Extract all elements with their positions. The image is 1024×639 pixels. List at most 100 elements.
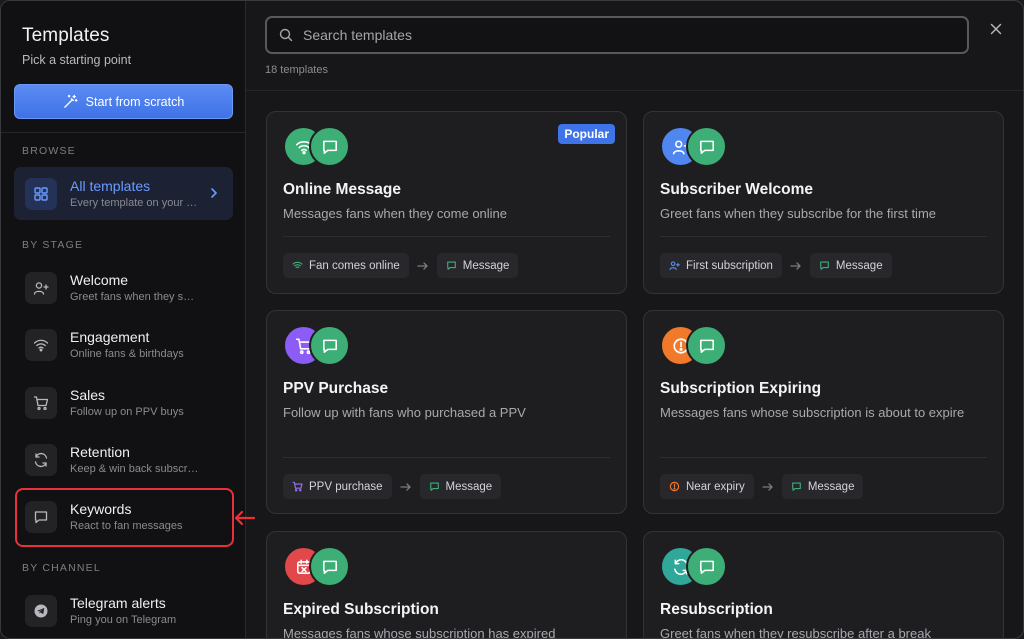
trigger-chip: Near expiry (660, 474, 754, 499)
cart-icon (25, 387, 57, 419)
card-flow: Fan comes online Message (283, 253, 519, 278)
channel-section-label: BY CHANNEL (22, 562, 101, 574)
action-chip: Message (781, 474, 864, 499)
sidebar-item-label: Retention (70, 444, 130, 460)
template-card-resubscription[interactable]: Resubscription Greet fans when they resu… (643, 531, 1004, 638)
sidebar-item-desc: Keep & win back subscribers (70, 463, 200, 475)
card-title: Subscription Expiring (660, 380, 822, 397)
close-icon (990, 23, 1002, 35)
sidebar-item-telegram-alerts[interactable]: Telegram alerts Ping you on Telegram (14, 584, 233, 637)
card-title: Expired Subscription (283, 601, 439, 618)
main-divider (246, 90, 1023, 91)
sidebar-item-label: Telegram alerts (70, 595, 166, 611)
card-flow: Near expiry Message (660, 474, 864, 499)
sidebar-item-engagement[interactable]: Engagement Online fans & birthdays (14, 318, 233, 371)
sidebar-title: Templates (22, 25, 110, 46)
browse-section-label: BROWSE (22, 145, 76, 157)
sidebar-item-desc: Every template on your account (70, 197, 200, 209)
card-avatars (283, 325, 363, 367)
arrow-right-icon (399, 482, 411, 491)
card-description: Greet fans when they subscribe for the f… (660, 206, 937, 221)
sidebar-divider (1, 132, 246, 133)
refresh-icon (25, 444, 57, 476)
template-card-expired-subscription[interactable]: Expired Subscription Messages fans whose… (266, 531, 627, 638)
template-count: 18 templates (265, 64, 328, 76)
search-icon (279, 28, 293, 42)
user-plus-icon (25, 272, 57, 304)
action-chip: Message (419, 474, 502, 499)
wifi-icon (25, 329, 57, 361)
sidebar-item-label: Keywords (70, 501, 132, 517)
card-flow: PPV purchase Message (283, 474, 502, 499)
chevron-right-icon (211, 188, 218, 198)
template-card-subscriber-welcome[interactable]: Subscriber Welcome Greet fans when they … (643, 111, 1004, 294)
cart-icon (292, 481, 303, 492)
card-title: PPV Purchase (283, 380, 389, 397)
card-avatars (660, 126, 740, 168)
stage-section-label: BY STAGE (22, 239, 84, 251)
sidebar-item-keywords[interactable]: Keywords React to fan messages (14, 490, 233, 543)
action-chip: Message (809, 253, 892, 278)
template-card-subscription-expiring[interactable]: Subscription Expiring Messages fans whos… (643, 310, 1004, 514)
trigger-label: First subscription (686, 259, 773, 272)
action-label: Message (462, 259, 510, 272)
card-description: Messages fans when they come online (283, 206, 508, 221)
card-description: Messages fans whose subscription is abou… (660, 405, 965, 420)
sidebar-item-welcome[interactable]: Welcome Greet fans when they subscribe (14, 261, 233, 314)
sidebar-item-all-templates[interactable]: All templates Every template on your acc… (14, 167, 233, 220)
magic-wand-icon (63, 94, 78, 108)
message-icon (686, 126, 727, 167)
search-input[interactable] (303, 27, 923, 43)
card-title: Online Message (283, 181, 402, 198)
message-icon (791, 482, 801, 491)
sidebar-item-label: All templates (70, 178, 151, 194)
card-title: Subscriber Welcome (660, 181, 814, 198)
message-icon (309, 126, 350, 167)
arrow-right-icon (790, 261, 801, 270)
card-avatars (283, 126, 363, 168)
popular-badge: Popular (558, 124, 615, 144)
message-icon (309, 325, 350, 366)
templates-main: 18 templates Popular Online Message Mess… (246, 1, 1023, 638)
sidebar-item-label: Engagement (70, 329, 150, 345)
card-description: Follow up with fans who purchased a PPV (283, 405, 526, 420)
card-flow: First subscription Message (660, 253, 892, 278)
template-card-online-message[interactable]: Popular Online Message Messages fans whe… (266, 111, 627, 294)
trigger-chip: First subscription (660, 253, 782, 278)
grid-icon (25, 178, 57, 210)
card-avatars (660, 546, 740, 588)
message-icon (446, 261, 456, 270)
message-icon (429, 482, 439, 491)
card-divider (283, 457, 610, 458)
card-avatars (283, 546, 363, 588)
trigger-label: PPV purchase (309, 480, 383, 493)
trigger-chip: PPV purchase (283, 474, 392, 499)
action-label: Message (807, 480, 855, 493)
start-from-scratch-button[interactable]: Start from scratch (14, 84, 233, 119)
template-card-ppv-purchase[interactable]: PPV Purchase Follow up with fans who pur… (266, 310, 627, 514)
arrow-right-icon (762, 482, 773, 491)
message-icon (309, 546, 350, 587)
alert-icon (669, 481, 680, 492)
start-from-scratch-label: Start from scratch (85, 94, 185, 109)
trigger-label: Fan comes online (309, 259, 400, 272)
telegram-icon (25, 595, 57, 627)
card-divider (660, 457, 987, 458)
action-label: Message (835, 259, 883, 272)
templates-modal: Templates Pick a starting point Start fr… (0, 0, 1024, 639)
sidebar-item-sales[interactable]: Sales Follow up on PPV buys (14, 376, 233, 429)
search-box[interactable] (265, 16, 969, 54)
sidebar-item-desc: Ping you on Telegram (70, 614, 177, 626)
action-chip: Message (436, 253, 519, 278)
sidebar-item-label: Sales (70, 387, 106, 403)
card-divider (660, 236, 987, 237)
card-avatars (660, 325, 740, 367)
sidebar-item-label: Welcome (70, 272, 129, 288)
sidebar-item-retention[interactable]: Retention Keep & win back subscribers (14, 433, 233, 486)
user-plus-icon (669, 261, 680, 271)
trigger-chip: Fan comes online (283, 253, 409, 278)
close-button[interactable] (986, 19, 1006, 39)
arrow-right-icon (417, 261, 428, 270)
trigger-label: Near expiry (686, 480, 745, 493)
message-icon (25, 501, 57, 533)
